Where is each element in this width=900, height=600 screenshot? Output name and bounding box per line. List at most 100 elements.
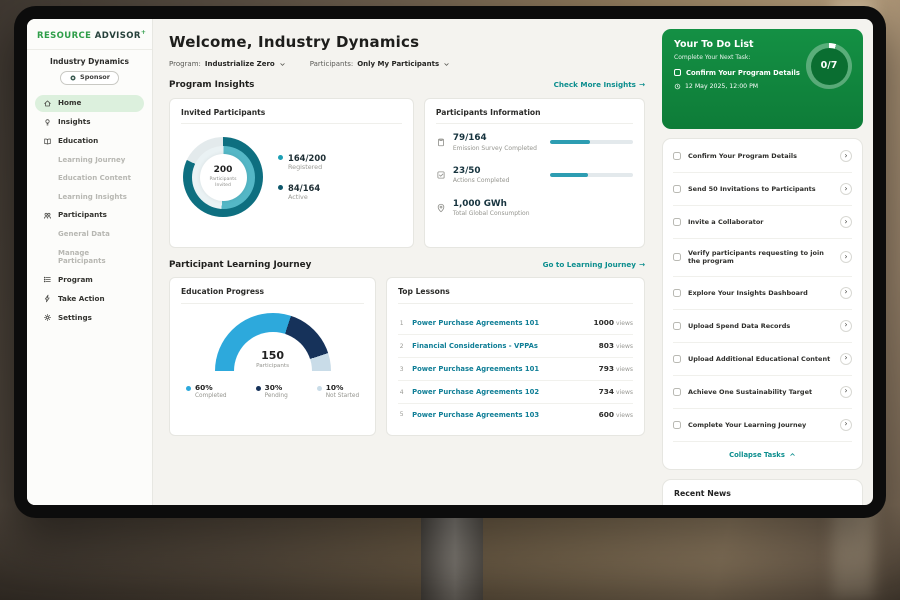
task-row[interactable]: Complete Your Learning Journey › [673,409,852,442]
stat-value: 79/164 [453,133,543,144]
book-icon [43,137,52,146]
card-title: Education Progress [181,287,364,303]
sidebar-item-take-action[interactable]: Take Action [35,290,144,307]
chevron-right-icon[interactable]: › [840,251,852,263]
task-checkbox[interactable] [673,289,681,297]
task-label: Send 50 Invitations to Participants [688,185,833,193]
sidebar-item-settings[interactable]: Settings [35,309,144,326]
education-progress-card: Education Progress 150 Participants [169,277,376,435]
participants-filter-dropdown[interactable]: Participants: Only My Participants [310,60,450,68]
task-label: Explore Your Insights Dashboard [688,289,833,297]
next-task-checkbox[interactable] [674,69,681,76]
lesson-title-link[interactable]: Power Purchase Agreements 102 [412,388,591,396]
sidebar-item-manage-participants[interactable]: Manage Participants [35,245,144,270]
task-label: Confirm Your Program Details [688,152,833,160]
lesson-views: 803 [599,341,614,350]
chevron-right-icon[interactable]: › [840,320,852,332]
sponsor-badge[interactable]: Sponsor [60,71,119,85]
sidebar-item-learning-insights[interactable]: Learning Insights [35,189,144,205]
stat-emission-survey: 79/164 Emission Survey Completed [436,133,633,152]
card-title: Invited Participants [181,108,402,124]
lesson-row[interactable]: 2 Financial Considerations - VPPAs 803vi… [398,335,633,358]
logo-text-secondary: ADVISOR [95,31,141,41]
sidebar-item-program[interactable]: Program [35,271,144,288]
task-label: Upload Additional Educational Content [688,355,833,363]
task-row[interactable]: Upload Additional Educational Content › [673,343,852,376]
donut-center-value: 200 [214,165,233,176]
sidebar-item-education[interactable]: Education [35,133,144,150]
sidebar-item-label: Take Action [58,295,105,304]
link-label: Go to Learning Journey [543,261,636,270]
sidebar-nav: Home Insights Education Learning Journey… [35,95,144,326]
clipboard-icon [436,137,446,147]
arrow-right-icon: → [639,261,645,270]
task-row[interactable]: Send 50 Invitations to Participants › [673,173,852,206]
progress-fill [550,140,590,144]
chevron-right-icon[interactable]: › [840,216,852,228]
go-to-learning-journey-link[interactable]: Go to Learning Journey → [543,261,645,270]
task-label: Upload Spend Data Records [688,322,833,330]
sidebar-item-label: Settings [58,314,92,323]
chevron-right-icon[interactable]: › [840,287,852,299]
lesson-views-label: views [616,343,633,350]
legend-label: Completed [195,393,227,400]
task-list-card: Confirm Your Program Details › Send 50 I… [662,138,863,470]
main-content: Welcome, Industry Dynamics Program: Indu… [153,19,657,505]
sidebar-item-education-content[interactable]: Education Content [35,170,144,186]
collapse-tasks-button[interactable]: Collapse Tasks [673,442,852,468]
home-icon [43,99,52,108]
lesson-row[interactable]: 5 Power Purchase Agreements 103 600views [398,404,633,426]
task-row[interactable]: Verify participants requesting to join t… [673,239,852,277]
recent-news-title: Recent News [674,489,851,498]
task-checkbox[interactable] [673,253,681,261]
lesson-title-link[interactable]: Power Purchase Agreements 103 [412,411,591,419]
chevron-right-icon[interactable]: › [840,150,852,162]
sidebar-item-learning-journey[interactable]: Learning Journey [35,152,144,168]
lesson-row[interactable]: 1 Power Purchase Agreements 101 1000view… [398,313,633,336]
lesson-row[interactable]: 4 Power Purchase Agreements 102 734views [398,381,633,404]
lesson-row[interactable]: 3 Power Purchase Agreements 101 793views [398,358,633,381]
task-checkbox[interactable] [673,421,681,429]
chevron-right-icon[interactable]: › [840,386,852,398]
task-row[interactable]: Explore Your Insights Dashboard › [673,277,852,310]
lesson-title-link[interactable]: Power Purchase Agreements 101 [412,365,591,373]
logo-plus: + [141,29,146,36]
program-filter-dropdown[interactable]: Program: Industrialize Zero [169,60,286,68]
section-title: Program Insights [169,80,254,91]
sidebar-item-home[interactable]: Home [35,95,144,112]
task-row[interactable]: Confirm Your Program Details › [673,140,852,173]
task-checkbox[interactable] [673,152,681,160]
task-label: Verify participants requesting to join t… [688,249,833,266]
task-checkbox[interactable] [673,355,681,363]
task-row[interactable]: Achieve One Sustainability Target › [673,376,852,409]
legend-value: 10% [326,384,359,393]
task-row[interactable]: Invite a Collaborator › [673,206,852,239]
sidebar-item-label: Insights [58,118,91,127]
task-checkbox[interactable] [673,322,681,330]
next-task-row[interactable]: Confirm Your Program Details [674,69,809,77]
learning-journey-header: Participant Learning Journey Go to Learn… [169,260,645,271]
legend-item-not-started: 10% Not Started [317,384,359,401]
chevron-right-icon[interactable]: › [840,183,852,195]
legend-dot [278,185,283,190]
legend-dot [186,386,191,391]
task-row[interactable]: Upload Spend Data Records › [673,310,852,343]
gear-icon [43,313,52,322]
card-title: Top Lessons [398,287,633,303]
check-square-icon [436,170,446,180]
task-checkbox[interactable] [673,388,681,396]
task-checkbox[interactable] [673,218,681,226]
check-more-insights-link[interactable]: Check More Insights → [554,81,645,90]
sidebar-item-insights[interactable]: Insights [35,114,144,131]
sidebar-item-general-data[interactable]: General Data [35,226,144,242]
legend-dot [278,155,283,160]
filter-bar: Program: Industrialize Zero Participants… [169,60,645,68]
task-checkbox[interactable] [673,185,681,193]
sidebar-item-participants[interactable]: Participants [35,207,144,224]
chevron-right-icon[interactable]: › [840,353,852,365]
lesson-title-link[interactable]: Financial Considerations - VPPAs [412,342,591,350]
progress-bar [550,173,633,177]
chevron-right-icon[interactable]: › [840,419,852,431]
lesson-title-link[interactable]: Power Purchase Agreements 101 [412,319,586,327]
legend-value: 164/200 [288,153,326,163]
